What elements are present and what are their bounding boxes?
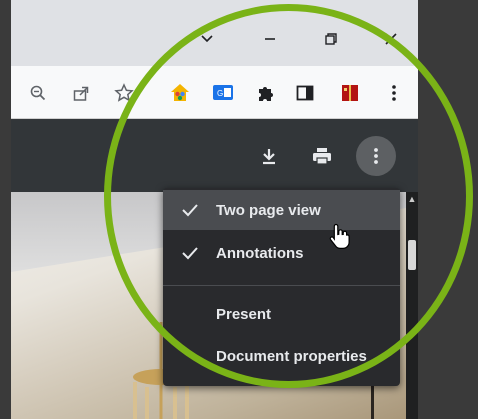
chevron-down-icon[interactable] [184, 24, 230, 54]
minimize-icon[interactable] [247, 24, 293, 54]
menu-item-label: Document properties [216, 347, 367, 365]
zoom-out-icon[interactable] [25, 80, 51, 106]
more-options-menu: Two page view Annotations Present Docume… [163, 188, 400, 386]
bookmark-star-icon[interactable] [111, 80, 137, 106]
menu-item-document-properties[interactable]: Document properties [163, 336, 400, 376]
menu-item-two-page-view[interactable]: Two page view [163, 190, 400, 230]
extension-translate-icon[interactable]: G [210, 80, 236, 106]
menu-item-present[interactable]: Present [163, 294, 400, 334]
scroll-up-arrow-icon[interactable]: ▲ [407, 194, 417, 206]
extension-book-icon[interactable] [337, 80, 363, 106]
download-icon[interactable] [249, 136, 289, 176]
title-bar [11, 0, 418, 66]
menu-item-label: Two page view [216, 201, 321, 219]
close-icon[interactable] [368, 24, 414, 54]
restore-icon[interactable] [308, 24, 354, 54]
menu-item-label: Annotations [216, 244, 304, 262]
check-icon [163, 203, 216, 217]
print-icon[interactable] [302, 136, 342, 176]
hand-cursor-icon [328, 222, 352, 250]
browser-toolbar: G [11, 66, 418, 119]
extensions-puzzle-icon[interactable] [252, 80, 278, 106]
pdf-toolbar [11, 119, 418, 192]
scrollbar-track[interactable] [406, 192, 418, 419]
side-panel-icon[interactable] [292, 80, 318, 106]
share-icon[interactable] [68, 80, 94, 106]
browser-menu-icon[interactable] [381, 80, 407, 106]
check-icon [163, 246, 216, 260]
scrollbar-thumb[interactable] [408, 240, 416, 270]
menu-divider [163, 285, 400, 286]
menu-item-label: Present [216, 305, 272, 323]
extension-home-icon[interactable] [167, 80, 193, 106]
more-options-icon[interactable] [356, 136, 396, 176]
svg-text:G: G [217, 89, 223, 98]
menu-item-annotations[interactable]: Annotations [163, 233, 400, 273]
